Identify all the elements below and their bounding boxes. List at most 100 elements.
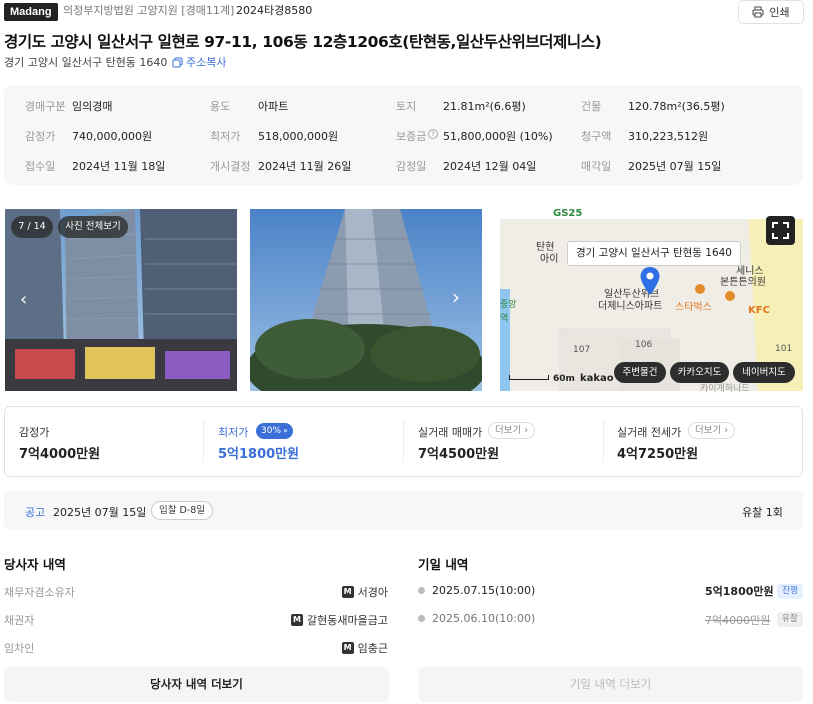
photo-counter: 7 / 14 [11, 216, 53, 238]
party-name: 임충근 [357, 642, 388, 655]
jeonse-price-label: 실거래 전세가 [617, 426, 682, 439]
info-value: 21.81m²(6.6평) [443, 100, 526, 113]
map-label-station: 중앙 [500, 300, 517, 310]
map-scale-label: 60m [553, 374, 575, 384]
map-label-ai: 아이 [540, 254, 559, 265]
parties-more-button[interactable]: 당사자 내역 더보기 [4, 667, 389, 702]
map-pin-icon [640, 267, 660, 295]
map-label-clinic: 본튼튼의원 [720, 277, 766, 288]
printer-icon [752, 6, 764, 18]
party-value: M 서경아 [341, 584, 388, 600]
court-name: 의정부지방법원 고양지원 [경매11계] [63, 4, 235, 17]
masked-badge: M [341, 586, 354, 598]
schedule-dot [418, 615, 425, 622]
info-label: 경매구분 [25, 100, 66, 113]
info-label: 개시결정 [210, 160, 251, 173]
schedule-price: 7억4000만원 [705, 614, 771, 627]
masked-badge: M [341, 642, 354, 654]
status-badge: 유찰 [777, 612, 803, 627]
schedule-title: 기일 내역 [418, 557, 469, 572]
party-label: 임차인 [4, 642, 35, 655]
kakao-map-button[interactable]: 카카오지도 [670, 362, 729, 383]
case-number: 2024타경8580 [236, 4, 313, 17]
map-scale-bar [509, 375, 549, 380]
more-label: 더보기 [495, 425, 522, 436]
map-label-zenith: 더제니스아파트 [598, 301, 663, 312]
info-value: 2024년 11월 26일 [258, 160, 352, 173]
nearby-properties-button[interactable]: 주변물건 [614, 362, 666, 383]
jeonse-price-value: 4억7250만원 [617, 447, 699, 462]
notice-date: 2025년 07월 15일 [53, 506, 147, 519]
divider [403, 420, 404, 462]
trade-more-button[interactable]: 더보기 › [488, 422, 536, 439]
party-name: 서경아 [357, 586, 388, 599]
trade-price-label: 실거래 매매가 [418, 426, 483, 439]
divider [603, 420, 604, 462]
site-logo[interactable]: Madang [4, 3, 58, 21]
info-label: 감정가 [25, 130, 56, 143]
discount-percent: 30% [261, 426, 282, 436]
schedule-price: 5억1800만원 [705, 585, 774, 598]
dday-badge: 입찰 D-8일 [151, 501, 214, 520]
map-label-kfc: KFC [748, 305, 770, 316]
info-value: 2024년 12월 04일 [443, 160, 537, 173]
map-fullscreen-button[interactable] [766, 216, 795, 245]
help-icon[interactable]: ? [428, 129, 438, 139]
map-label-gs25: GS25 [553, 208, 583, 219]
parties-title: 당사자 내역 [4, 557, 66, 572]
schedule-date: 2025.07.15(10:00) [432, 584, 536, 597]
masked-badge: M [291, 614, 304, 626]
map-label-107: 107 [573, 345, 591, 355]
info-label: 접수일 [25, 160, 56, 173]
prev-photo-arrow-icon[interactable]: ‹ [20, 289, 27, 310]
divider [203, 420, 204, 462]
info-value: 임의경매 [72, 100, 113, 113]
next-photo-arrow-icon[interactable]: › [452, 285, 460, 309]
notice-label: 공고 [25, 506, 46, 519]
info-value: 310,223,512원 [628, 130, 709, 143]
lot-address: 경기 고양시 일산서구 탄현동 1640 [4, 56, 168, 69]
info-label: 청구액 [581, 130, 612, 143]
jeonse-more-button[interactable]: 더보기 › [688, 422, 736, 439]
print-label: 인쇄 [769, 6, 790, 19]
expand-icon [772, 222, 789, 239]
naver-map-button[interactable]: 네이버지도 [733, 362, 795, 383]
info-value: 51,800,000원 (10%) [443, 130, 553, 143]
info-label: 감정일 [396, 160, 427, 173]
status-badge: 진행 [777, 584, 803, 599]
info-label: 건물 [581, 100, 602, 113]
party-value: M 임충근 [341, 640, 388, 656]
schedule-date: 2025.06.10(10:00) [432, 612, 536, 625]
info-label: 최저가 [210, 130, 241, 143]
trade-price-value: 7억4500만원 [418, 447, 500, 462]
info-value: 518,000,000원 [258, 130, 339, 143]
property-photo-2[interactable] [250, 209, 482, 391]
schedule-more-button[interactable]: 기일 내역 더보기 [418, 667, 803, 702]
copy-icon [172, 57, 183, 67]
party-label: 채무자겸소유자 [4, 586, 75, 599]
tower-photo-image [250, 209, 482, 391]
discount-badge: 30%» [256, 423, 293, 439]
view-all-photos-button[interactable]: 사진 전체보기 [58, 216, 128, 238]
party-value: M 갈현동새마을금고 [291, 612, 388, 628]
party-label: 채권자 [4, 614, 35, 627]
info-value: 740,000,000원 [72, 130, 153, 143]
min-price-value: 5억1800만원 [218, 447, 300, 462]
party-name: 갈현동새마을금고 [307, 614, 388, 627]
info-label: 용도 [210, 100, 231, 113]
map-label-106: 106 [635, 340, 653, 350]
fail-count: 유찰 1회 [742, 506, 783, 519]
map-label-station-2: 역 [500, 314, 509, 324]
copy-label: 주소복사 [186, 56, 227, 69]
appraisal-label: 감정가 [19, 426, 50, 439]
kakao-logo: kakao [580, 373, 614, 384]
page-title: 경기도 고양시 일산서구 일현로 97-11, 106동 12층1206호(탄현… [4, 33, 602, 51]
more-label: 더보기 [695, 425, 722, 436]
print-button[interactable]: 인쇄 [738, 0, 804, 24]
info-value: 2024년 11월 18일 [72, 160, 166, 173]
copy-address-button[interactable]: 주소복사 [172, 54, 226, 70]
schedule-dot [418, 587, 425, 594]
map-address-tooltip: 경기 고양시 일산서구 탄현동 1640 [567, 241, 741, 266]
info-value: 아파트 [258, 100, 289, 113]
info-value: 2025년 07월 15일 [628, 160, 722, 173]
